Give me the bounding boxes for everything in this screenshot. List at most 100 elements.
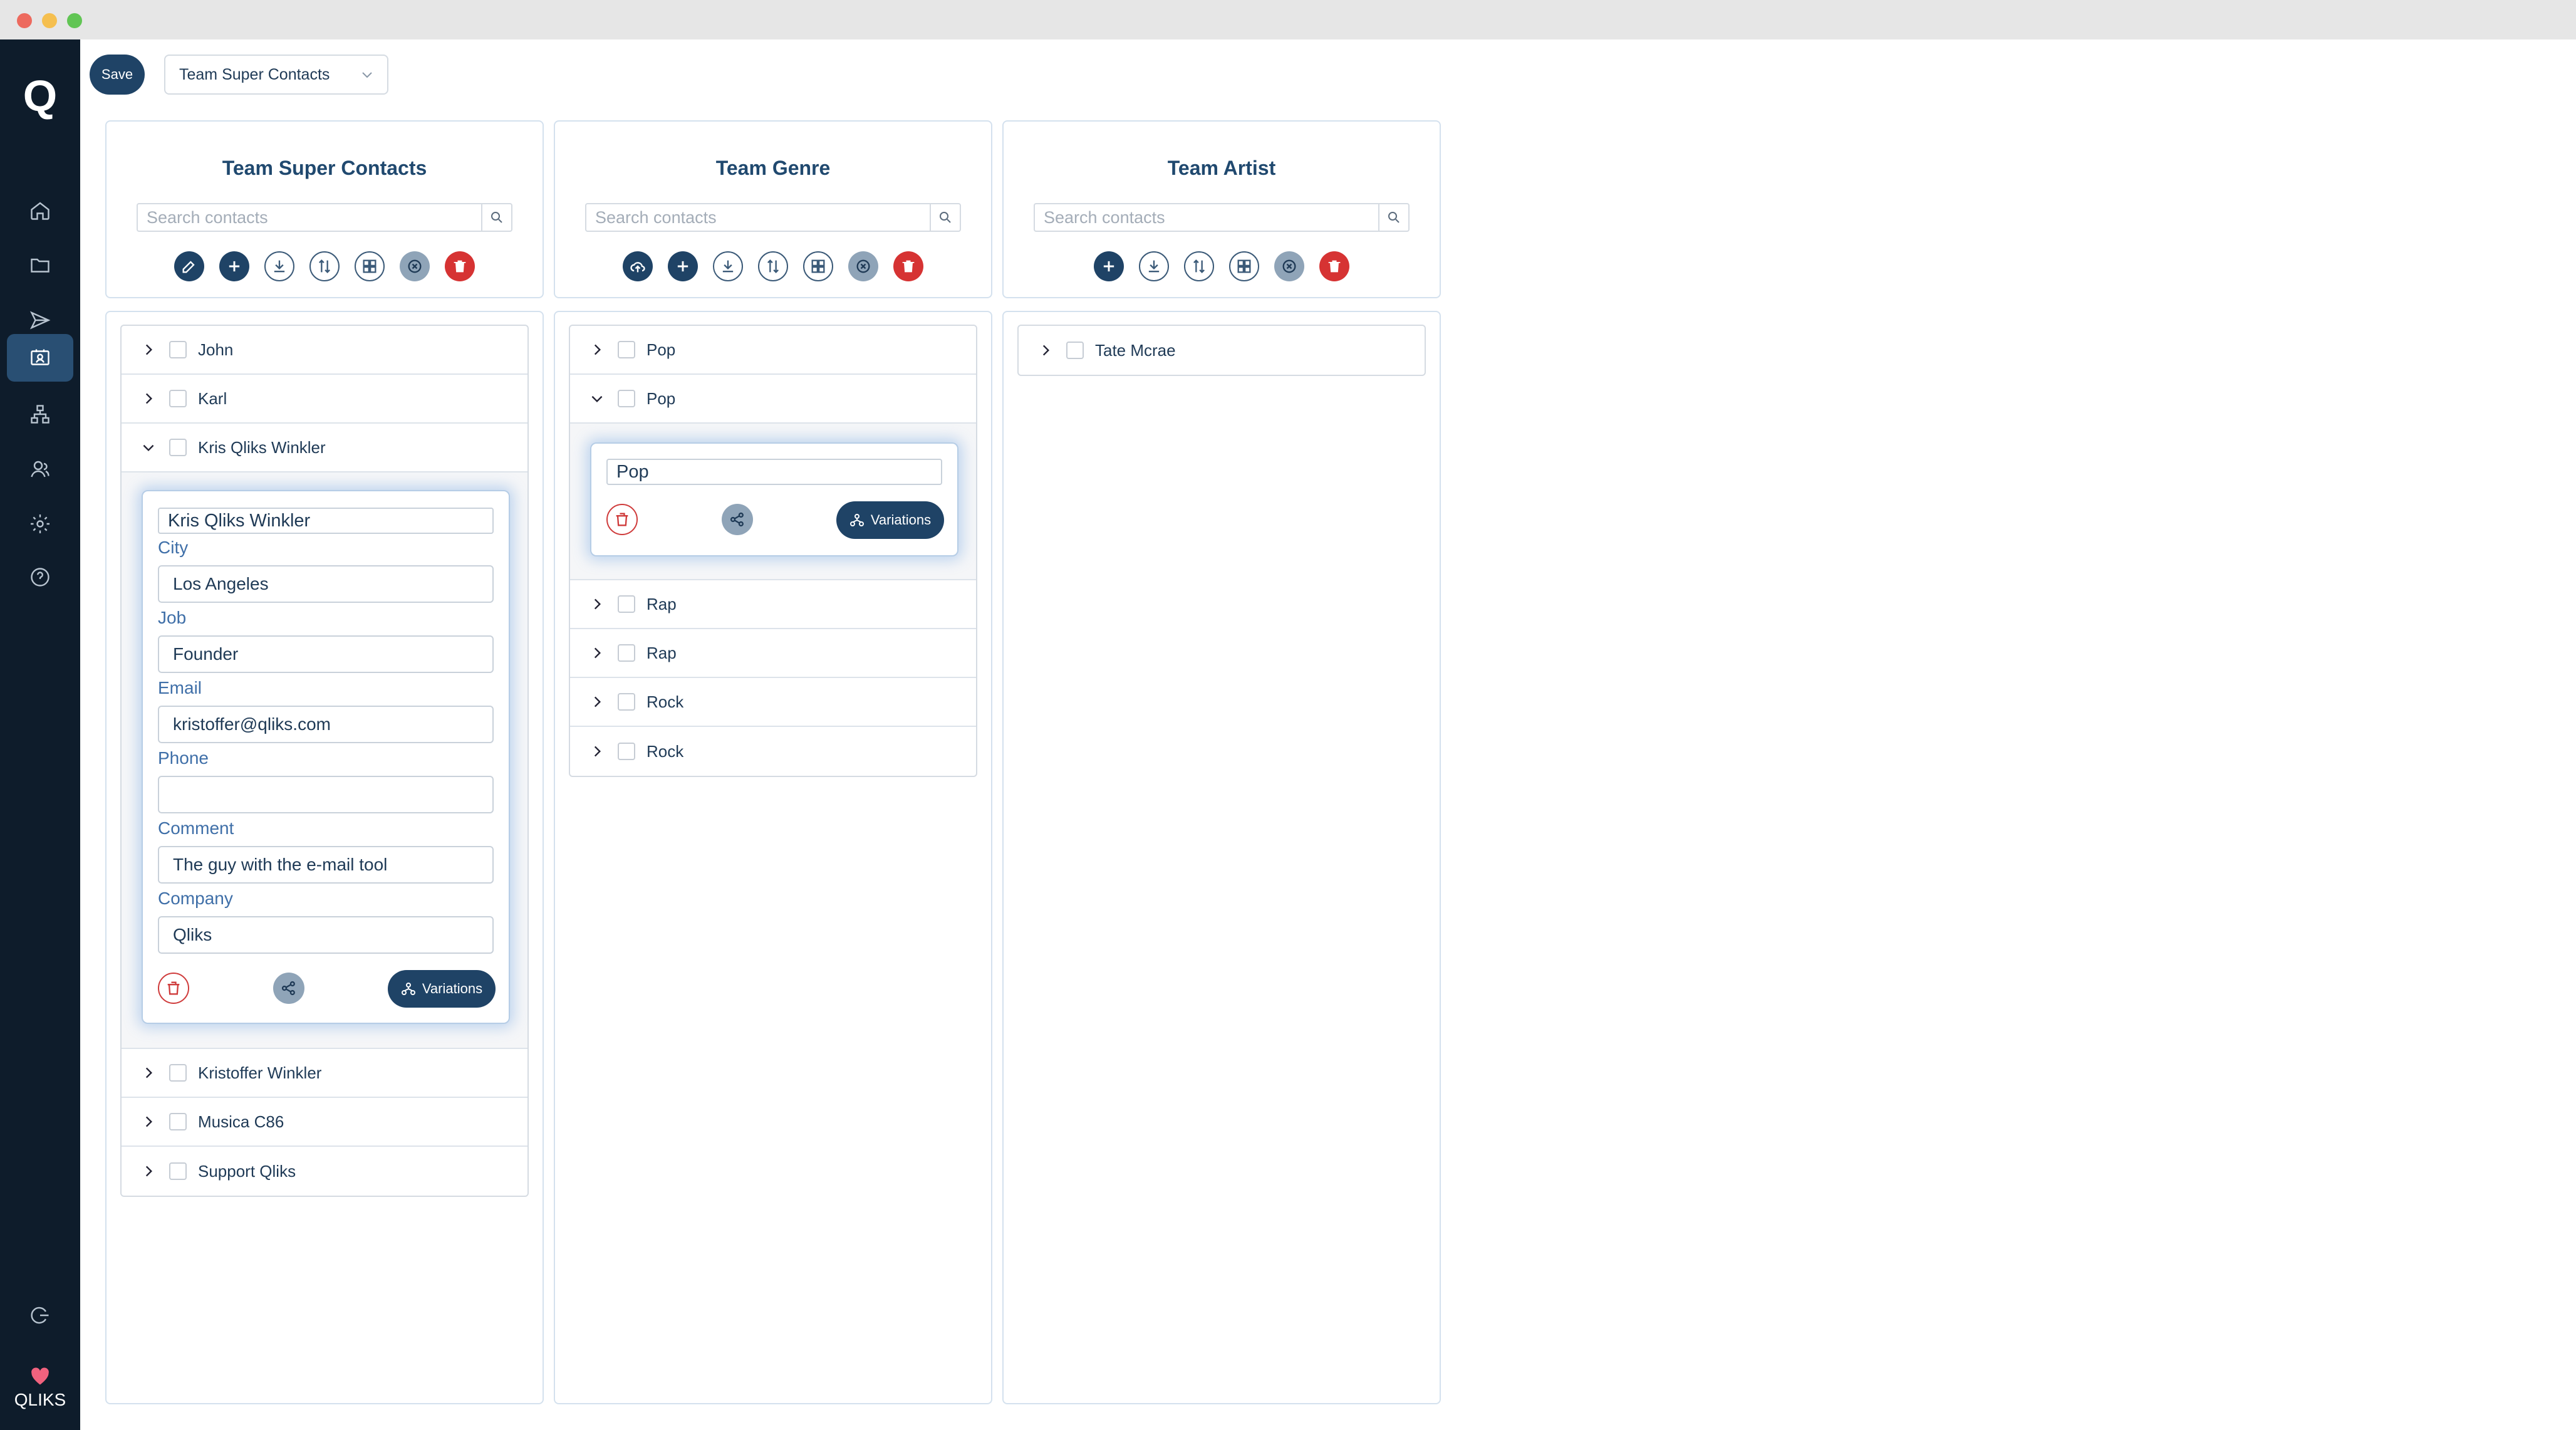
clear-button[interactable] xyxy=(1274,251,1304,281)
delete-button[interactable] xyxy=(893,251,923,281)
expanded-contact-area: City Job Email Phone Comment Company xyxy=(122,472,527,1049)
row-checkbox[interactable] xyxy=(618,644,635,662)
list-item[interactable]: Musica C86 xyxy=(122,1098,527,1147)
column-list-panel-2: Pop Pop Variations xyxy=(554,311,992,1404)
chevron-right-icon[interactable] xyxy=(140,390,157,407)
row-checkbox[interactable] xyxy=(618,693,635,711)
share-button[interactable] xyxy=(722,504,753,535)
sidebar-item-logout[interactable] xyxy=(7,1292,73,1339)
cloud-upload-icon xyxy=(630,262,645,273)
sidebar-item-help[interactable] xyxy=(7,553,73,601)
search-button[interactable] xyxy=(930,204,960,231)
sort-button[interactable] xyxy=(309,251,340,281)
chevron-down-icon[interactable] xyxy=(589,390,605,407)
chevron-down-icon[interactable] xyxy=(140,439,157,456)
row-checkbox[interactable] xyxy=(169,390,187,407)
chevron-right-icon[interactable] xyxy=(1037,342,1054,358)
grid-view-button[interactable] xyxy=(1229,251,1259,281)
variations-button[interactable]: Variations xyxy=(388,970,496,1008)
list-item[interactable]: Rock xyxy=(570,678,976,727)
company-input[interactable] xyxy=(158,916,494,954)
chevron-down-icon xyxy=(362,72,372,78)
download-button[interactable] xyxy=(264,251,294,281)
list-item[interactable]: Kris Qliks Winkler xyxy=(122,424,527,472)
search-input[interactable] xyxy=(586,204,930,231)
clear-button[interactable] xyxy=(400,251,430,281)
row-checkbox[interactable] xyxy=(169,1064,187,1082)
row-checkbox[interactable] xyxy=(618,595,635,613)
chevron-right-icon[interactable] xyxy=(140,1163,157,1179)
app-logo[interactable]: Q xyxy=(16,72,64,120)
list-item[interactable]: Kristoffer Winkler xyxy=(122,1049,527,1098)
sidebar-item-hierarchy[interactable] xyxy=(7,390,73,438)
chevron-right-icon[interactable] xyxy=(140,1065,157,1081)
search-box xyxy=(585,203,961,232)
list-item[interactable]: Rock xyxy=(570,727,976,776)
row-checkbox[interactable] xyxy=(618,341,635,358)
chevron-right-icon[interactable] xyxy=(589,694,605,710)
delete-contact-button[interactable] xyxy=(158,973,189,1004)
close-window-button[interactable] xyxy=(17,13,32,28)
list-item-label: Support Qliks xyxy=(198,1161,296,1181)
row-checkbox[interactable] xyxy=(169,1113,187,1130)
chevron-right-icon[interactable] xyxy=(589,596,605,612)
sidebar-item-home[interactable] xyxy=(7,187,73,234)
variations-button[interactable]: Variations xyxy=(836,501,944,539)
add-button[interactable] xyxy=(668,251,698,281)
comment-input[interactable] xyxy=(158,846,494,884)
search-input[interactable] xyxy=(138,204,481,231)
row-checkbox[interactable] xyxy=(169,341,187,358)
chevron-right-icon[interactable] xyxy=(140,342,157,358)
list-item[interactable]: Support Qliks xyxy=(122,1147,527,1196)
add-button[interactable] xyxy=(219,251,249,281)
sort-button[interactable] xyxy=(1184,251,1214,281)
download-button[interactable] xyxy=(713,251,743,281)
search-input[interactable] xyxy=(1035,204,1378,231)
search-button[interactable] xyxy=(1378,204,1408,231)
add-button[interactable] xyxy=(1094,251,1124,281)
grid-view-button[interactable] xyxy=(803,251,833,281)
sidebar-item-files[interactable] xyxy=(7,241,73,289)
list-item[interactable]: Rap xyxy=(570,629,976,678)
chevron-right-icon[interactable] xyxy=(140,1114,157,1130)
sidebar-item-contacts[interactable] xyxy=(7,334,73,382)
list-item[interactable]: Pop xyxy=(570,326,976,375)
chevron-right-icon[interactable] xyxy=(589,645,605,661)
minimize-window-button[interactable] xyxy=(42,13,57,28)
grid-view-button[interactable] xyxy=(355,251,385,281)
clear-button[interactable] xyxy=(848,251,878,281)
row-checkbox[interactable] xyxy=(618,743,635,760)
row-checkbox[interactable] xyxy=(169,439,187,456)
list-item[interactable]: Karl xyxy=(122,375,527,424)
phone-input[interactable] xyxy=(158,776,494,813)
close-circle-icon xyxy=(408,259,422,273)
email-input[interactable] xyxy=(158,706,494,743)
maximize-window-button[interactable] xyxy=(67,13,82,28)
delete-genre-button[interactable] xyxy=(606,504,638,535)
sidebar-item-users[interactable] xyxy=(7,446,73,493)
delete-button[interactable] xyxy=(445,251,475,281)
sidebar-item-settings[interactable] xyxy=(7,500,73,548)
team-select[interactable]: Team Super Contacts xyxy=(164,55,388,95)
list-item[interactable]: Rap xyxy=(570,580,976,629)
list-item[interactable]: Pop xyxy=(570,375,976,424)
search-button[interactable] xyxy=(481,204,511,231)
chevron-right-icon[interactable] xyxy=(589,342,605,358)
chevron-right-icon[interactable] xyxy=(589,743,605,759)
row-checkbox[interactable] xyxy=(618,390,635,407)
sort-button[interactable] xyxy=(758,251,788,281)
contact-name-input[interactable] xyxy=(158,508,494,534)
upload-button[interactable] xyxy=(623,251,653,281)
list-item[interactable]: Tate Mcrae xyxy=(1019,326,1425,375)
genre-name-input[interactable] xyxy=(606,459,942,485)
save-button[interactable]: Save xyxy=(90,55,145,95)
download-button[interactable] xyxy=(1139,251,1169,281)
job-input[interactable] xyxy=(158,635,494,673)
share-button[interactable] xyxy=(273,973,304,1004)
edit-button[interactable] xyxy=(174,251,204,281)
row-checkbox[interactable] xyxy=(169,1162,187,1180)
row-checkbox[interactable] xyxy=(1066,342,1084,359)
city-input[interactable] xyxy=(158,565,494,603)
list-item[interactable]: John xyxy=(122,326,527,375)
delete-button[interactable] xyxy=(1319,251,1349,281)
